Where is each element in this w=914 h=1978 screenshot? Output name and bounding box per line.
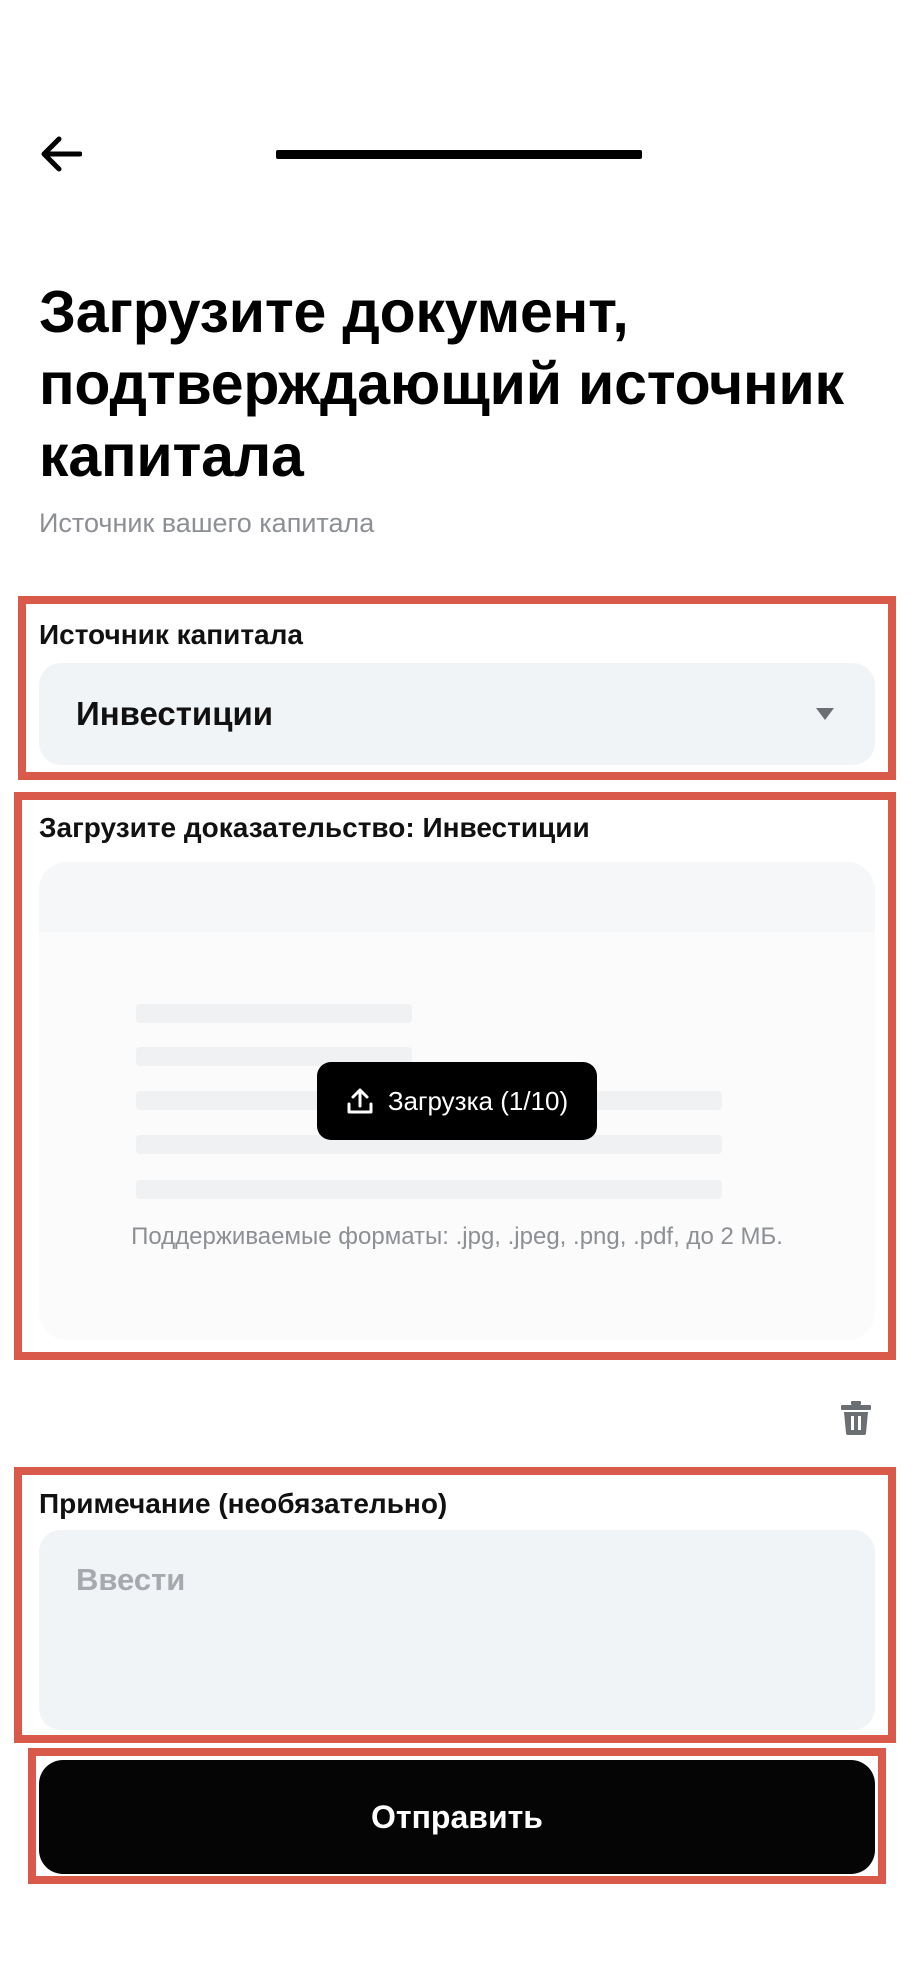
upload-button[interactable]: Загрузка (1/10) [317, 1062, 597, 1140]
arrow-left-icon [41, 136, 82, 172]
submit-button-label: Отправить [371, 1798, 543, 1835]
upload-preview-header [39, 862, 875, 932]
capital-source-label: Источник капитала [39, 619, 303, 650]
page-title: Загрузите документ, подтверждающий источ… [39, 279, 844, 489]
progress-bar [276, 150, 642, 159]
delete-upload-button[interactable] [834, 1396, 878, 1440]
caret-down-icon [816, 708, 834, 720]
capital-source-select[interactable]: Инвестиции [39, 663, 875, 765]
submit-button[interactable]: Отправить [39, 1760, 875, 1874]
page-subtitle: Источник вашего капитала [39, 508, 375, 538]
progress-bar-fill [276, 150, 642, 159]
note-input[interactable] [76, 1562, 838, 1698]
upload-label: Загрузите доказательство: Инвестиции [39, 812, 590, 843]
document-preview-line [136, 1004, 412, 1023]
upload-formats-hint: Поддерживаемые форматы: .jpg, .jpeg, .pn… [131, 1223, 783, 1250]
upload-button-label: Загрузка (1/10) [387, 1085, 569, 1116]
note-label: Примечание (необязательно) [39, 1488, 448, 1519]
note-field[interactable] [39, 1530, 875, 1730]
capital-source-selected-value: Инвестиции [76, 695, 274, 732]
back-button[interactable] [30, 128, 92, 180]
upload-icon [347, 1088, 373, 1114]
document-preview-line [136, 1180, 722, 1199]
trash-icon [841, 1401, 871, 1435]
